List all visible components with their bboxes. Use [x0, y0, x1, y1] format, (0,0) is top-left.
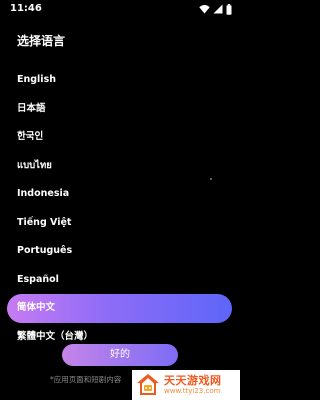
- battery-icon: [226, 3, 232, 15]
- watermark-name: 天天游戏网: [164, 374, 222, 387]
- language-option-english[interactable]: English: [0, 66, 240, 95]
- watermark-url: www.ttyi23.com: [164, 387, 221, 395]
- language-option-simplified-chinese[interactable]: 简体中文: [7, 294, 232, 323]
- status-icons: [199, 3, 232, 15]
- language-list: English 日本語 한국인 แบบไทย Indonesia Tiếng V…: [0, 66, 240, 351]
- decorative-dot: [210, 178, 212, 180]
- language-option-portuguese[interactable]: Português: [0, 237, 240, 266]
- status-time: 11:46: [10, 3, 42, 14]
- language-option-thai[interactable]: แบบไทย: [0, 152, 240, 181]
- watermark: 天天游戏网 www.ttyi23.com: [132, 370, 240, 400]
- signal-icon: [213, 4, 223, 14]
- footnote-text: *应用页面和短剧内容: [50, 375, 122, 384]
- page-title: 选择语言: [17, 34, 66, 48]
- language-option-korean[interactable]: 한국인: [0, 123, 240, 152]
- language-option-spanish[interactable]: Español: [0, 266, 240, 295]
- status-bar: 11:46: [0, 0, 240, 20]
- language-option-indonesian[interactable]: Indonesia: [0, 180, 240, 209]
- wifi-icon: [199, 5, 210, 14]
- watermark-logo-icon: [137, 374, 159, 395]
- language-option-japanese[interactable]: 日本語: [0, 95, 240, 124]
- language-option-vietnamese[interactable]: Tiếng Việt: [0, 209, 240, 238]
- confirm-button[interactable]: 好的: [62, 344, 178, 366]
